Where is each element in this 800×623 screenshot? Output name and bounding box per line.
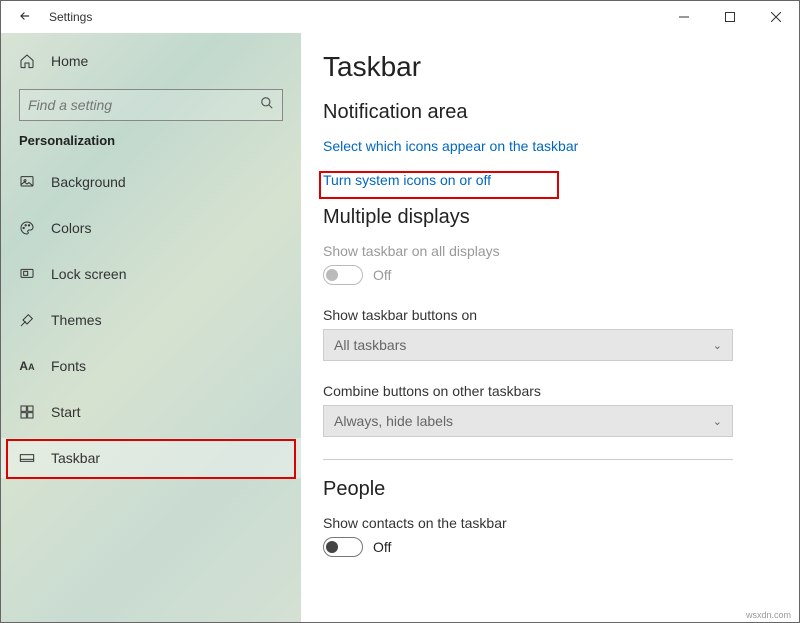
sidebar-item-colors[interactable]: Colors [1,208,301,248]
main-area: Home Personalization Background Colors L… [1,33,799,622]
picture-icon [19,174,35,190]
titlebar: Settings [1,1,799,33]
combine-label: Combine buttons on other taskbars [323,383,771,399]
show-all-displays-label: Show taskbar on all displays [323,243,771,259]
search-input[interactable] [28,97,260,113]
link-system-icons[interactable]: Turn system icons on or off [323,172,771,188]
contacts-label: Show contacts on the taskbar [323,515,771,531]
fonts-icon: AA [19,358,35,374]
show-all-displays-toggle [323,265,363,285]
lockscreen-icon [19,266,35,282]
back-button[interactable] [1,9,49,26]
category-label: Personalization [1,133,301,162]
sidebar-item-label: Background [51,174,126,190]
contacts-toggle[interactable] [323,537,363,557]
window-title: Settings [49,10,661,24]
search-box[interactable] [19,89,283,121]
content-pane: Taskbar Notification area Select which i… [301,33,799,622]
sidebar-item-start[interactable]: Start [1,392,301,432]
sidebar-item-taskbar[interactable]: Taskbar [1,438,301,478]
buttons-on-dropdown[interactable]: All taskbars ⌄ [323,329,733,361]
show-all-displays-state: Off [373,267,391,283]
combine-value: Always, hide labels [334,413,453,429]
contacts-toggle-row: Off [323,537,771,557]
chevron-down-icon: ⌄ [713,415,722,428]
home-icon [19,53,35,69]
sidebar-item-label: Start [51,404,81,420]
watermark: wsxdn.com [746,610,791,620]
sidebar-item-background[interactable]: Background [1,162,301,202]
section-people-heading: People [323,478,771,501]
page-title: Taskbar [323,51,771,83]
section-notification-heading: Notification area [323,101,771,124]
home-label: Home [51,53,88,69]
section-multiple-heading: Multiple displays [323,206,771,229]
search-icon [260,96,274,115]
home-button[interactable]: Home [1,41,301,81]
sidebar-item-fonts[interactable]: AA Fonts [1,346,301,386]
sidebar-item-label: Themes [51,312,102,328]
buttons-on-value: All taskbars [334,337,406,353]
minimize-button[interactable] [661,1,707,33]
sidebar-item-label: Colors [51,220,91,236]
sidebar-item-label: Fonts [51,358,86,374]
themes-icon [19,312,35,328]
show-all-displays-toggle-row: Off [323,265,771,285]
sidebar: Home Personalization Background Colors L… [1,33,301,622]
contacts-state: Off [373,539,391,555]
chevron-down-icon: ⌄ [713,339,722,352]
sidebar-item-label: Taskbar [51,450,100,466]
window-controls [661,1,799,33]
palette-icon [19,220,35,236]
sidebar-item-label: Lock screen [51,266,126,282]
link-select-icons[interactable]: Select which icons appear on the taskbar [323,138,771,154]
close-button[interactable] [753,1,799,33]
taskbar-icon [19,450,35,466]
combine-dropdown[interactable]: Always, hide labels ⌄ [323,405,733,437]
sidebar-item-themes[interactable]: Themes [1,300,301,340]
divider [323,459,733,460]
start-icon [19,404,35,420]
buttons-on-label: Show taskbar buttons on [323,307,771,323]
maximize-button[interactable] [707,1,753,33]
sidebar-item-lockscreen[interactable]: Lock screen [1,254,301,294]
